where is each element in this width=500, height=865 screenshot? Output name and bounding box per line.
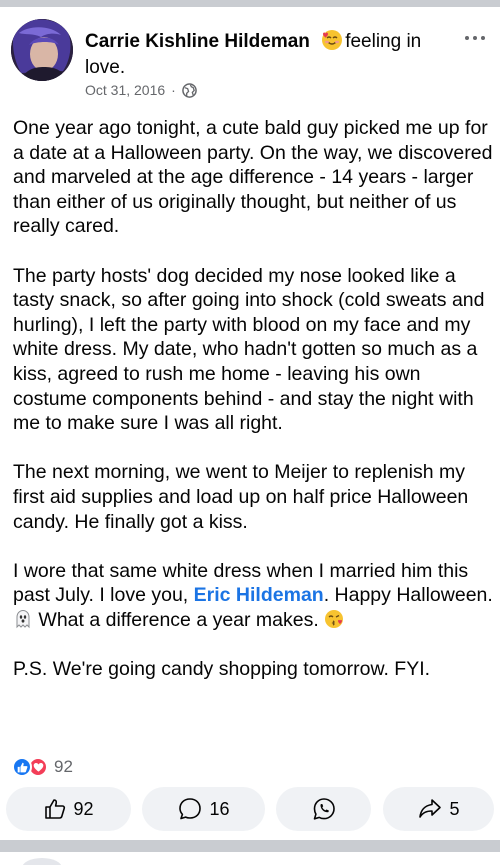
post-paragraph: The next morning, we went to Meijer to r… (13, 461, 469, 533)
comment-count: 16 (209, 798, 230, 819)
globe-icon (182, 82, 197, 98)
kissing-face-emoji-icon (324, 609, 344, 629)
mention-link[interactable]: Eric Hildeman (194, 584, 324, 606)
comment-button[interactable]: 16 (142, 787, 265, 831)
author-name[interactable]: Carrie Kishline Hildeman (85, 31, 310, 52)
author-avatar[interactable] (11, 19, 73, 81)
post-paragraph: P.S. We're going candy shopping tomorrow… (13, 658, 431, 681)
next-post-avatar (22, 858, 62, 865)
like-icon (12, 757, 32, 777)
ghost-emoji-icon (13, 609, 33, 629)
share-arrow-icon (419, 799, 442, 818)
post-meta: Oct 31, 2016 · (85, 82, 197, 98)
meta-separator: · (171, 82, 176, 98)
post-header-line: Carrie Kishline Hildeman feeling in love… (85, 29, 455, 81)
whatsapp-icon (313, 798, 335, 820)
post-paragraph: The party hosts' dog decided my nose loo… (13, 264, 485, 435)
whatsapp-share-button[interactable] (276, 787, 371, 831)
like-button[interactable]: 92 (6, 787, 131, 831)
more-dots-icon (465, 36, 469, 40)
share-button[interactable]: 5 (383, 787, 494, 831)
post-paragraph: One year ago tonight, a cute bald guy pi… (13, 117, 493, 238)
smiling-with-hearts-emoji-icon (321, 29, 343, 51)
avatar-photo (11, 19, 73, 81)
post-paragraph: I wore that same white dress when I marr… (13, 559, 493, 631)
bottom-divider (0, 840, 500, 852)
post-body: One year ago tonight, a cute bald guy pi… (13, 116, 493, 682)
comment-bubble-icon (179, 798, 202, 820)
reaction-count: 92 (54, 757, 73, 776)
top-divider (0, 0, 500, 7)
share-count: 5 (449, 798, 460, 819)
more-options-button[interactable] (458, 26, 492, 50)
thumbs-up-icon (45, 799, 66, 819)
post-date[interactable]: Oct 31, 2016 (85, 82, 165, 98)
reactions-summary[interactable]: 92 (12, 756, 73, 778)
like-count: 92 (73, 798, 94, 819)
